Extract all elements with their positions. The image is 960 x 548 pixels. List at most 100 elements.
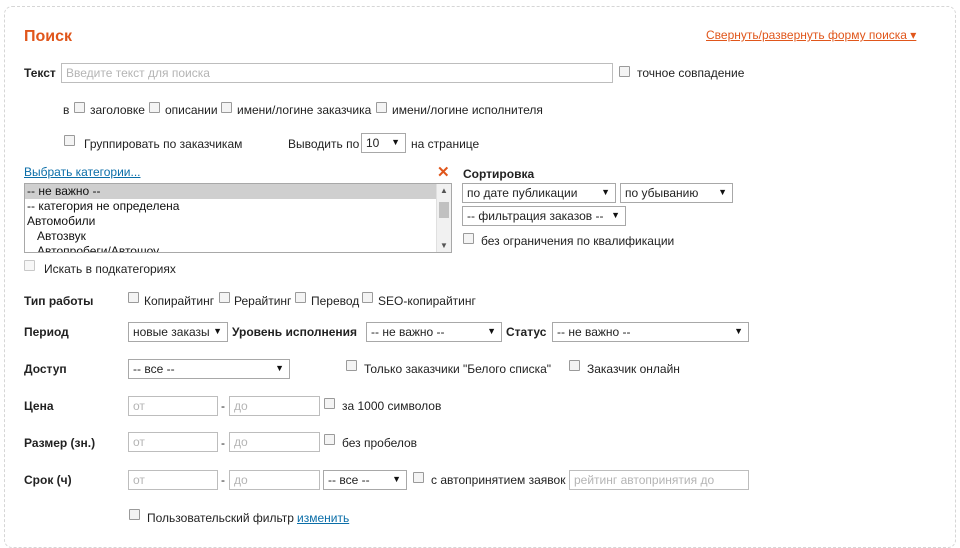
per-1000-checkbox[interactable] <box>324 398 335 409</box>
work-type-rewriting-checkbox[interactable] <box>219 292 230 303</box>
custom-filter-label: Пользовательский фильтр <box>147 511 294 525</box>
scroll-down-icon[interactable]: ▼ <box>440 241 448 250</box>
order-filter-value: -- фильтрация заказов -- <box>467 209 604 223</box>
toggle-form-link[interactable]: Свернуть/развернуть форму поиска ▾ <box>706 28 916 42</box>
deadline-to-input[interactable]: до <box>229 470 320 490</box>
chevron-down-icon: ▼ <box>487 326 496 336</box>
sort-by-select[interactable]: по дате публикации ▼ <box>462 183 616 203</box>
search-in-customer-checkbox[interactable] <box>221 102 232 113</box>
chevron-down-icon: ▼ <box>213 326 222 336</box>
no-spaces-label: без пробелов <box>342 436 418 450</box>
level-value: -- не важно -- <box>371 325 445 339</box>
whitelist-label: Только заказчики "Белого списка" <box>364 362 552 376</box>
category-option[interactable]: -- не важно -- <box>25 184 451 199</box>
whitelist-checkbox[interactable] <box>346 360 357 371</box>
period-label: Период <box>24 325 69 339</box>
scroll-up-icon[interactable]: ▲ <box>440 186 448 195</box>
no-qualification-label: без ограничения по квалификации <box>481 234 675 248</box>
access-select[interactable]: -- все -- ▼ <box>128 359 290 379</box>
work-type-copywriting-label: Копирайтинг <box>144 294 215 308</box>
auto-accept-checkbox[interactable] <box>413 472 424 483</box>
period-value: новые заказы <box>133 325 210 339</box>
page-title: Поиск <box>24 28 73 45</box>
text-label: Текст <box>24 66 56 80</box>
work-type-seo-checkbox[interactable] <box>362 292 373 303</box>
listbox-scrollbar[interactable]: ▲ ▼ <box>436 184 451 252</box>
per-page-label: Выводить по <box>288 137 360 151</box>
choose-categories-link[interactable]: Выбрать категории... <box>24 165 141 179</box>
chevron-down-icon: ▼ <box>392 474 401 484</box>
size-dash: - <box>221 436 225 450</box>
work-type-seo-label: SEO-копирайтинг <box>378 294 476 308</box>
close-icon[interactable]: ✕ <box>437 163 450 181</box>
search-form-frame <box>4 6 956 548</box>
size-label: Размер (зн.) <box>24 436 96 450</box>
sorting-label: Сортировка <box>463 167 535 181</box>
exact-match-label: точное совпадение <box>637 66 745 80</box>
access-label: Доступ <box>24 362 67 376</box>
work-type-copywriting-checkbox[interactable] <box>128 292 139 303</box>
category-listbox[interactable]: -- не важно -- -- категория не определен… <box>24 183 452 253</box>
chevron-down-icon: ▼ <box>275 363 284 373</box>
category-option[interactable]: Автомобили <box>25 214 451 229</box>
chevron-down-icon: ▼ <box>391 137 400 147</box>
auto-accept-label: с автопринятием заявок <box>431 473 566 487</box>
chevron-down-icon: ▼ <box>611 210 620 220</box>
search-in-customer-label: имени/логине заказчика <box>237 103 372 117</box>
deadline-from-input[interactable]: от <box>128 470 218 490</box>
customer-online-label: Заказчик онлайн <box>587 362 680 376</box>
status-select[interactable]: -- не важно -- ▼ <box>552 322 749 342</box>
group-by-customer-label: Группировать по заказчикам <box>84 137 243 151</box>
work-type-rewriting-label: Рерайтинг <box>234 294 292 308</box>
subcategories-label: Искать в подкатегориях <box>44 262 176 276</box>
chevron-down-icon: ▼ <box>601 187 610 197</box>
per-page-value: 10 <box>366 136 380 150</box>
work-type-translation-checkbox[interactable] <box>295 292 306 303</box>
search-in-performer-checkbox[interactable] <box>376 102 387 113</box>
search-in-prefix: в <box>63 103 70 117</box>
category-option[interactable]: Автозвук <box>25 229 451 244</box>
search-in-performer-label: имени/логине исполнителя <box>392 103 543 117</box>
category-option[interactable]: -- категория не определена <box>25 199 451 214</box>
level-select[interactable]: -- не важно -- ▼ <box>366 322 502 342</box>
period-select[interactable]: новые заказы ▼ <box>128 322 228 342</box>
chevron-down-icon: ▼ <box>734 326 743 336</box>
sort-order-value: по убыванию <box>625 186 699 200</box>
price-label: Цена <box>24 399 54 413</box>
group-by-customer-checkbox[interactable] <box>64 135 75 146</box>
search-in-description-label: описании <box>165 103 218 117</box>
deadline-select-value: -- все -- <box>328 473 370 487</box>
work-type-label: Тип работы <box>24 294 94 308</box>
chevron-down-icon: ▼ <box>718 187 727 197</box>
category-option[interactable]: Автопробеги/Автошоу <box>25 244 451 252</box>
access-value: -- все -- <box>133 362 175 376</box>
per-page-select[interactable]: 10 ▼ <box>361 133 406 153</box>
customer-online-checkbox[interactable] <box>569 360 580 371</box>
size-to-input[interactable]: до <box>229 432 320 452</box>
exact-match-checkbox[interactable] <box>619 66 630 77</box>
price-from-input[interactable]: от <box>128 396 218 416</box>
status-value: -- не важно -- <box>557 325 631 339</box>
scroll-thumb[interactable] <box>439 202 449 218</box>
search-in-description-checkbox[interactable] <box>149 102 160 113</box>
deadline-select[interactable]: -- все -- ▼ <box>323 470 407 490</box>
work-type-translation-label: Перевод <box>311 294 360 308</box>
price-to-input[interactable]: до <box>229 396 320 416</box>
sort-order-select[interactable]: по убыванию ▼ <box>620 183 733 203</box>
custom-filter-edit-link[interactable]: изменить <box>297 511 349 525</box>
sort-by-value: по дате публикации <box>467 186 578 200</box>
auto-accept-rating-input[interactable]: рейтинг автопринятия до <box>569 470 749 490</box>
price-dash: - <box>221 399 225 413</box>
no-qualification-checkbox[interactable] <box>463 233 474 244</box>
search-in-title-checkbox[interactable] <box>74 102 85 113</box>
no-spaces-checkbox[interactable] <box>324 434 335 445</box>
custom-filter-checkbox[interactable] <box>129 509 140 520</box>
size-from-input[interactable]: от <box>128 432 218 452</box>
order-filter-select[interactable]: -- фильтрация заказов -- ▼ <box>462 206 626 226</box>
status-label: Статус <box>506 325 547 339</box>
search-in-title-label: заголовке <box>90 103 145 117</box>
search-input[interactable]: Введите текст для поиска <box>61 63 613 83</box>
deadline-dash: - <box>221 473 225 487</box>
per-1000-label: за 1000 символов <box>342 399 442 413</box>
subcategories-checkbox[interactable] <box>24 260 35 271</box>
